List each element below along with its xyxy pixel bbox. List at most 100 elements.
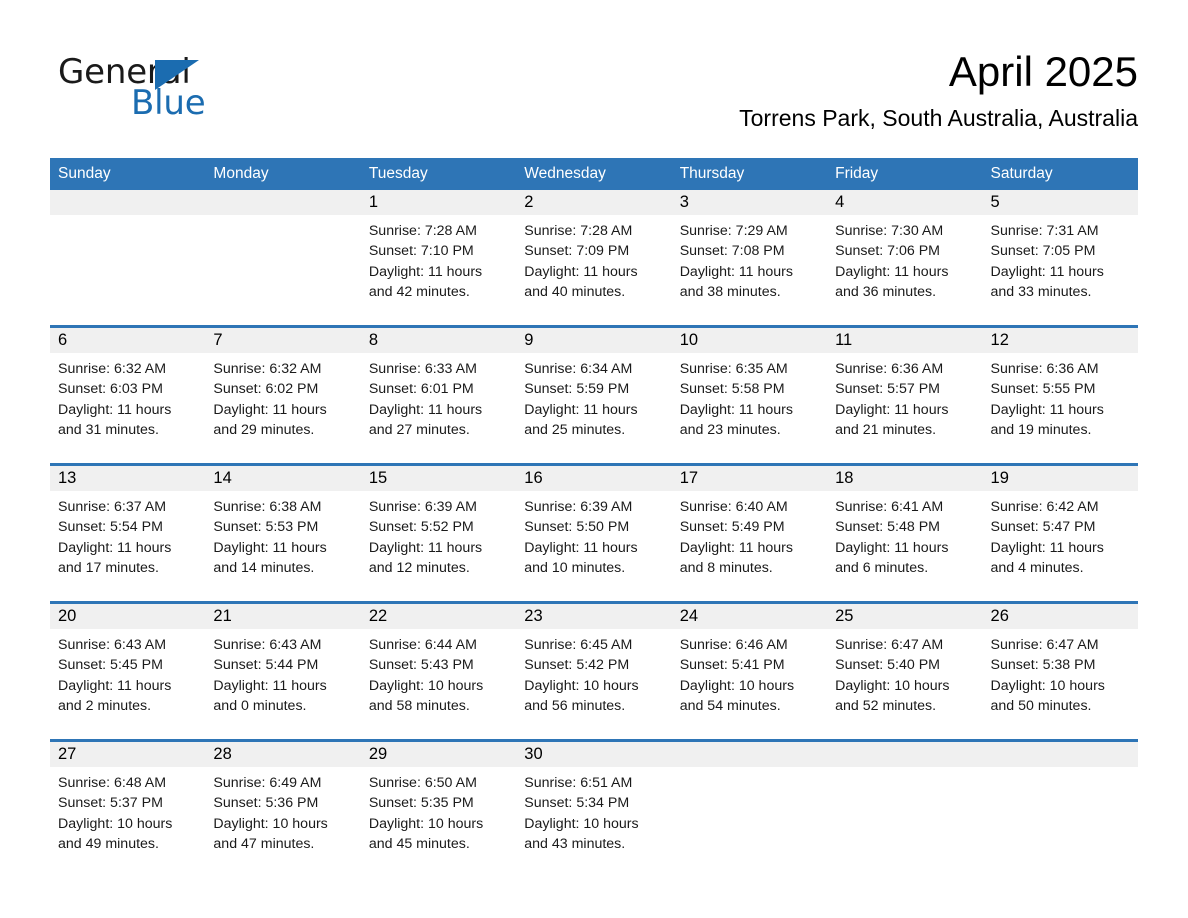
day-info: Sunrise: 6:43 AM Sunset: 5:44 PM Daylight:…	[205, 629, 360, 716]
sunset-time: Sunset: 5:37 PM	[58, 795, 163, 812]
calendar-day-cell[interactable]: 6 Sunrise: 6:32 AM Sunset: 6:03 PM Daylight…	[50, 325, 206, 465]
calendar-day-cell[interactable]: 25 Sunrise: 6:47 AM Sunset: 5:40 PM Dayligh…	[827, 601, 983, 741]
day-number: 3	[671, 190, 828, 215]
day-cell-inner: 23 Sunrise: 6:45 AM Sunset: 5:42 PM Dayligh…	[516, 604, 672, 739]
sunrise-time: Sunrise: 7:29 AM	[679, 223, 788, 239]
sunrise-time: Sunrise: 6:44 AM	[368, 637, 477, 653]
daylight-duration-line1: Daylight: 10 hours	[58, 815, 173, 832]
day-number: 12	[982, 328, 1138, 353]
calendar-day-cell[interactable]: 5 Sunrise: 7:31 AM Sunset: 7:05 PM Daylight…	[982, 190, 1138, 327]
calendar-day-cell[interactable]: 10 Sunrise: 6:35 AM Sunset: 5:58 PM Dayligh…	[671, 325, 828, 465]
page-header: General Blue April 2025 Torrens Park, So…	[0, 0, 1188, 150]
calendar-day-cell[interactable]: 16 Sunrise: 6:39 AM Sunset: 5:50 PM Dayligh…	[516, 463, 672, 603]
day-info: Sunrise: 6:32 AM Sunset: 6:03 PM Daylight:…	[50, 353, 205, 440]
calendar-day-cell[interactable]: 28 Sunrise: 6:49 AM Sunset: 5:36 PM Dayligh…	[205, 739, 361, 872]
sunset-time: Sunset: 5:42 PM	[524, 657, 630, 674]
calendar-day-cell[interactable]: 8 Sunrise: 6:33 AM Sunset: 6:01 PM Daylight…	[360, 325, 517, 465]
calendar-day-cell[interactable]: 29 Sunrise: 6:50 AM Sunset: 5:35 PM Dayligh…	[360, 739, 517, 872]
calendar-day-cell-empty	[671, 739, 828, 872]
day-number	[50, 190, 206, 215]
daylight-duration-line1: Daylight: 11 hours	[368, 401, 483, 418]
day-info: Sunrise: 6:34 AM Sunset: 5:59 PM Daylight:…	[516, 353, 671, 440]
logo-word-blue: Blue	[131, 83, 206, 123]
calendar-day-cell[interactable]: 17 Sunrise: 6:40 AM Sunset: 5:49 PM Dayligh…	[671, 463, 828, 603]
sunrise-time: Sunrise: 6:47 AM	[835, 637, 944, 653]
day-info: Sunrise: 6:36 AM Sunset: 5:57 PM Daylight:…	[827, 353, 982, 440]
day-info: Sunrise: 6:32 AM Sunset: 6:02 PM Daylight:…	[205, 353, 360, 440]
calendar-week-row: 1 Sunrise: 7:28 AM Sunset: 7:10 PM Daylight…	[50, 190, 1138, 327]
day-number: 8	[360, 328, 517, 353]
day-number: 4	[827, 190, 983, 215]
sunset-time: Sunset: 5:48 PM	[835, 519, 940, 536]
sunset-time: Sunset: 5:43 PM	[368, 657, 474, 674]
day-number: 15	[360, 466, 517, 491]
calendar-day-cell[interactable]: 26 Sunrise: 6:47 AM Sunset: 5:38 PM Dayligh…	[982, 601, 1138, 741]
calendar-day-cell[interactable]: 21 Sunrise: 6:43 AM Sunset: 5:44 PM Dayligh…	[205, 601, 361, 741]
sunrise-time: Sunrise: 6:41 AM	[835, 499, 944, 515]
day-cell-inner	[205, 190, 361, 325]
calendar-day-cell[interactable]: 27 Sunrise: 6:48 AM Sunset: 5:37 PM Dayligh…	[50, 739, 206, 872]
sunrise-time: Sunrise: 6:49 AM	[213, 775, 322, 791]
sunrise-time: Sunrise: 6:33 AM	[368, 361, 477, 377]
daylight-duration-line2: and 54 minutes.	[679, 697, 781, 714]
calendar-day-cell[interactable]: 1 Sunrise: 7:28 AM Sunset: 7:10 PM Daylight…	[360, 190, 517, 327]
calendar-day-cell[interactable]: 18 Sunrise: 6:41 AM Sunset: 5:48 PM Dayligh…	[827, 463, 983, 603]
daylight-duration-line1: Daylight: 11 hours	[58, 677, 172, 694]
daylight-duration-line2: and 19 minutes.	[990, 421, 1092, 438]
day-cell-inner: 26 Sunrise: 6:47 AM Sunset: 5:38 PM Dayligh…	[982, 604, 1138, 739]
sunset-time: Sunset: 5:53 PM	[213, 519, 319, 536]
calendar-day-cell[interactable]: 13 Sunrise: 6:37 AM Sunset: 5:54 PM Dayligh…	[50, 463, 206, 603]
daylight-duration-line2: and 47 minutes.	[213, 835, 315, 852]
calendar-day-cell[interactable]: 3 Sunrise: 7:29 AM Sunset: 7:08 PM Daylight…	[671, 190, 828, 327]
sunrise-time: Sunrise: 6:35 AM	[679, 361, 788, 377]
calendar-day-cell[interactable]: 20 Sunrise: 6:43 AM Sunset: 5:45 PM Dayligh…	[50, 601, 206, 741]
location-subtitle: Torrens Park, South Australia, Australia	[739, 105, 1138, 131]
daylight-duration-line2: and 49 minutes.	[58, 835, 159, 852]
day-number: 20	[50, 604, 206, 629]
day-number: 26	[982, 604, 1138, 629]
calendar-day-cell[interactable]: 4 Sunrise: 7:30 AM Sunset: 7:06 PM Daylight…	[827, 190, 983, 327]
calendar-day-cell[interactable]: 12 Sunrise: 6:36 AM Sunset: 5:55 PM Dayligh…	[982, 325, 1138, 465]
day-cell-inner	[50, 190, 206, 325]
calendar-day-cell[interactable]: 14 Sunrise: 6:38 AM Sunset: 5:53 PM Dayligh…	[205, 463, 361, 603]
daylight-duration-line2: and 14 minutes.	[213, 559, 315, 576]
calendar-header-row: Sunday Monday Tuesday Wednesday Thursday…	[50, 158, 1138, 190]
day-cell-inner: 24 Sunrise: 6:46 AM Sunset: 5:41 PM Dayligh…	[671, 604, 828, 739]
day-number	[982, 742, 1138, 767]
calendar-day-cell[interactable]: 9 Sunrise: 6:34 AM Sunset: 5:59 PM Daylight…	[516, 325, 672, 465]
day-cell-inner: 18 Sunrise: 6:41 AM Sunset: 5:48 PM Dayligh…	[827, 466, 983, 601]
day-cell-inner: 10 Sunrise: 6:35 AM Sunset: 5:58 PM Dayligh…	[671, 328, 828, 463]
day-cell-inner: 28 Sunrise: 6:49 AM Sunset: 5:36 PM Dayligh…	[205, 742, 361, 872]
calendar-day-cell-empty	[50, 190, 206, 327]
calendar-day-cell[interactable]: 7 Sunrise: 6:32 AM Sunset: 6:02 PM Daylight…	[205, 325, 361, 465]
calendar-day-cell[interactable]: 19 Sunrise: 6:42 AM Sunset: 5:47 PM Dayligh…	[982, 463, 1138, 603]
day-cell-inner: 9 Sunrise: 6:34 AM Sunset: 5:59 PM Daylight…	[516, 328, 672, 463]
sunrise-time: Sunrise: 6:39 AM	[524, 499, 633, 515]
generalblue-logo[interactable]: General Blue	[58, 52, 378, 127]
calendar-day-cell[interactable]: 22 Sunrise: 6:44 AM Sunset: 5:43 PM Dayligh…	[360, 601, 517, 741]
sunset-time: Sunset: 5:41 PM	[679, 657, 785, 674]
sunset-time: Sunset: 5:54 PM	[58, 519, 163, 536]
sunrise-time: Sunrise: 6:32 AM	[58, 361, 167, 377]
day-cell-inner: 1 Sunrise: 7:28 AM Sunset: 7:10 PM Daylight…	[360, 190, 517, 325]
sunrise-time: Sunrise: 6:36 AM	[990, 361, 1099, 377]
sunrise-time: Sunrise: 6:43 AM	[58, 637, 167, 653]
calendar-day-cell[interactable]: 11 Sunrise: 6:36 AM Sunset: 5:57 PM Dayligh…	[827, 325, 983, 465]
day-info: Sunrise: 6:39 AM Sunset: 5:50 PM Daylight:…	[516, 491, 671, 578]
daylight-duration-line1: Daylight: 10 hours	[679, 677, 795, 694]
calendar-day-cell[interactable]: 15 Sunrise: 6:39 AM Sunset: 5:52 PM Dayligh…	[360, 463, 517, 603]
daylight-duration-line1: Daylight: 10 hours	[368, 815, 484, 832]
day-cell-inner: 22 Sunrise: 6:44 AM Sunset: 5:43 PM Dayligh…	[360, 604, 517, 739]
day-number: 30	[516, 742, 672, 767]
calendar-day-cell[interactable]: 30 Sunrise: 6:51 AM Sunset: 5:34 PM Dayligh…	[516, 739, 672, 872]
calendar-day-cell[interactable]: 2 Sunrise: 7:28 AM Sunset: 7:09 PM Daylight…	[516, 190, 672, 327]
day-cell-inner: 13 Sunrise: 6:37 AM Sunset: 5:54 PM Dayligh…	[50, 466, 206, 601]
sunrise-time: Sunrise: 6:36 AM	[835, 361, 944, 377]
calendar-day-cell[interactable]: 23 Sunrise: 6:45 AM Sunset: 5:42 PM Dayligh…	[516, 601, 672, 741]
calendar-day-cell[interactable]: 24 Sunrise: 6:46 AM Sunset: 5:41 PM Dayligh…	[671, 601, 828, 741]
daylight-duration-line2: and 8 minutes.	[679, 559, 773, 576]
day-number: 17	[671, 466, 828, 491]
day-info: Sunrise: 6:33 AM Sunset: 6:01 PM Daylight:…	[361, 353, 516, 440]
day-cell-inner: 16 Sunrise: 6:39 AM Sunset: 5:50 PM Dayligh…	[516, 466, 672, 601]
sunrise-time: Sunrise: 7:30 AM	[835, 223, 944, 239]
